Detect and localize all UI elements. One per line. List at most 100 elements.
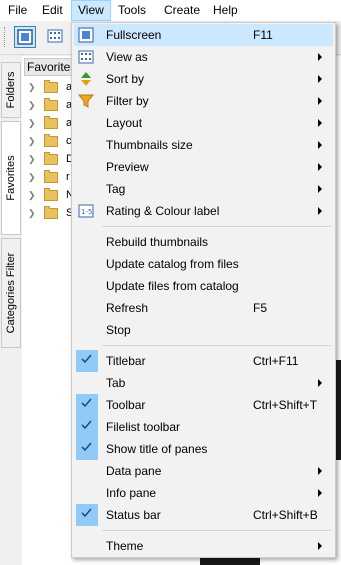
side-tab-strip: Folders Favorites Categories Filter: [0, 55, 23, 565]
tab-categories-filter-label: Categories Filter: [5, 252, 17, 334]
menu-separator: [102, 226, 331, 227]
submenu-arrow-icon: [318, 53, 322, 61]
menu-item-rating-colour-label[interactable]: 1-5 Rating & Colour label: [74, 200, 333, 222]
menu-item-shortcut: F11: [253, 28, 273, 42]
expand-arrow-icon[interactable]: ❯: [28, 209, 36, 218]
menu-item-fullscreen[interactable]: Fullscreen F11: [74, 24, 333, 46]
menu-item-label: Preview: [106, 160, 149, 174]
tab-folders[interactable]: Folders: [1, 62, 21, 118]
menu-item-label: Tab: [106, 376, 126, 390]
menu-item-layout[interactable]: Layout: [74, 112, 333, 134]
checked-indicator: [76, 504, 98, 526]
menu-item-stop[interactable]: Stop: [74, 319, 333, 341]
submenu-arrow-icon: [318, 163, 322, 171]
menu-item-filelist-toolbar[interactable]: Filelist toolbar: [74, 416, 333, 438]
menu-item-shortcut: Ctrl+Shift+B: [253, 508, 318, 522]
menu-item-refresh[interactable]: Refresh F5: [74, 297, 333, 319]
menu-item-label: Update files from catalog: [106, 279, 239, 293]
expand-arrow-icon[interactable]: ❯: [28, 173, 36, 182]
menu-item-label: Filelist toolbar: [106, 420, 181, 434]
menu-item-label: Rating & Colour label: [106, 204, 220, 218]
funnel-icon: [78, 94, 94, 108]
menu-item-theme[interactable]: Theme: [74, 535, 333, 557]
menu-item-show-title-of-panes[interactable]: Show title of panes: [74, 438, 333, 460]
menu-help[interactable]: Help: [207, 0, 244, 21]
checked-indicator: [76, 350, 98, 372]
menu-item-thumbnails-size[interactable]: Thumbnails size: [74, 134, 333, 156]
menu-item-update-catalog-from-files[interactable]: Update catalog from files: [74, 253, 333, 275]
menu-item-shortcut: F5: [253, 301, 268, 315]
submenu-arrow-icon: [318, 119, 322, 127]
folder-icon: [44, 116, 58, 129]
submenu-arrow-icon: [318, 207, 322, 215]
toolbar-grip[interactable]: [4, 27, 8, 47]
folder-icon: [44, 188, 58, 201]
checkmark-icon: [81, 354, 92, 364]
menu-item-rebuild-thumbnails[interactable]: Rebuild thumbnails: [74, 231, 333, 253]
menu-item-label: Status bar: [106, 508, 161, 522]
menu-item-label: Info pane: [106, 486, 157, 500]
expand-arrow-icon[interactable]: ❯: [28, 83, 36, 92]
tree-row-label: r: [66, 171, 70, 183]
menu-item-update-files-from-catalog[interactable]: Update files from catalog: [74, 275, 333, 297]
menu-item-sort-by[interactable]: Sort by: [74, 68, 333, 90]
submenu-arrow-icon: [318, 141, 322, 149]
expand-arrow-icon[interactable]: ❯: [28, 191, 36, 200]
menu-item-status-bar[interactable]: Status bar Ctrl+Shift+B: [74, 504, 333, 526]
menu-item-label: Theme: [106, 539, 144, 553]
rating-icon: 1-5: [78, 204, 94, 218]
menu-item-view-as[interactable]: View as: [74, 46, 333, 68]
menu-view[interactable]: View: [71, 0, 111, 21]
checkmark-icon: [81, 420, 92, 430]
menu-item-toolbar[interactable]: Toolbar Ctrl+Shift+T: [74, 394, 333, 416]
menu-item-titlebar[interactable]: Titlebar Ctrl+F11: [74, 350, 333, 372]
submenu-arrow-icon: [318, 185, 322, 193]
favorites-panel-tab[interactable]: Favorites: [24, 58, 76, 76]
menu-edit[interactable]: Edit: [36, 0, 69, 21]
menu-item-tag[interactable]: Tag: [74, 178, 333, 200]
menu-item-label: Filter by: [106, 94, 149, 108]
fullscreen-icon: [78, 27, 94, 43]
grid-view-icon: [47, 29, 63, 43]
menu-item-label: Refresh: [106, 301, 149, 315]
menu-item-tab[interactable]: Tab: [74, 372, 333, 394]
menu-item-filter-by[interactable]: Filter by: [74, 90, 333, 112]
expand-arrow-icon[interactable]: ❯: [28, 137, 36, 146]
menu-item-shortcut: Ctrl+F11: [253, 354, 299, 368]
menu-item-data-pane[interactable]: Data pane: [74, 460, 333, 482]
tab-categories-filter[interactable]: Categories Filter: [1, 238, 21, 348]
submenu-arrow-icon: [318, 75, 322, 83]
checkmark-icon: [81, 442, 92, 452]
checkmark-icon: [81, 508, 92, 518]
folder-icon: [44, 170, 58, 183]
menu-item-label: Update catalog from files: [106, 257, 239, 271]
checked-indicator: [76, 394, 98, 416]
menu-tools[interactable]: Tools: [112, 0, 152, 21]
thumbnail-edge: [336, 360, 341, 460]
menu-item-label: Data pane: [106, 464, 162, 478]
grid-view-toolbar-button[interactable]: [45, 26, 67, 48]
menu-item-label: Titlebar: [106, 354, 146, 368]
submenu-arrow-icon: [318, 97, 322, 105]
folder-icon: [44, 134, 58, 147]
menu-item-info-pane[interactable]: Info pane: [74, 482, 333, 504]
menu-create[interactable]: Create: [158, 0, 206, 21]
tab-favorites[interactable]: Favorites: [1, 121, 21, 235]
menu-item-label: Rebuild thumbnails: [106, 235, 209, 249]
menu-item-preview[interactable]: Preview: [74, 156, 333, 178]
menu-item-label: Layout: [106, 116, 143, 130]
menu-separator: [102, 530, 331, 531]
expand-arrow-icon[interactable]: ❯: [28, 155, 36, 164]
menu-separator: [102, 345, 331, 346]
expand-arrow-icon[interactable]: ❯: [28, 119, 36, 128]
menu-file[interactable]: File: [2, 0, 33, 21]
tab-favorites-label: Favorites: [5, 155, 17, 201]
checked-indicator: [76, 438, 98, 460]
folder-icon: [44, 152, 58, 165]
tab-folders-label: Folders: [5, 71, 17, 109]
expand-arrow-icon[interactable]: ❯: [28, 101, 36, 110]
folder-icon: [44, 206, 58, 219]
fullscreen-toolbar-button[interactable]: [14, 26, 36, 48]
submenu-arrow-icon: [318, 489, 322, 497]
submenu-arrow-icon: [318, 542, 322, 550]
